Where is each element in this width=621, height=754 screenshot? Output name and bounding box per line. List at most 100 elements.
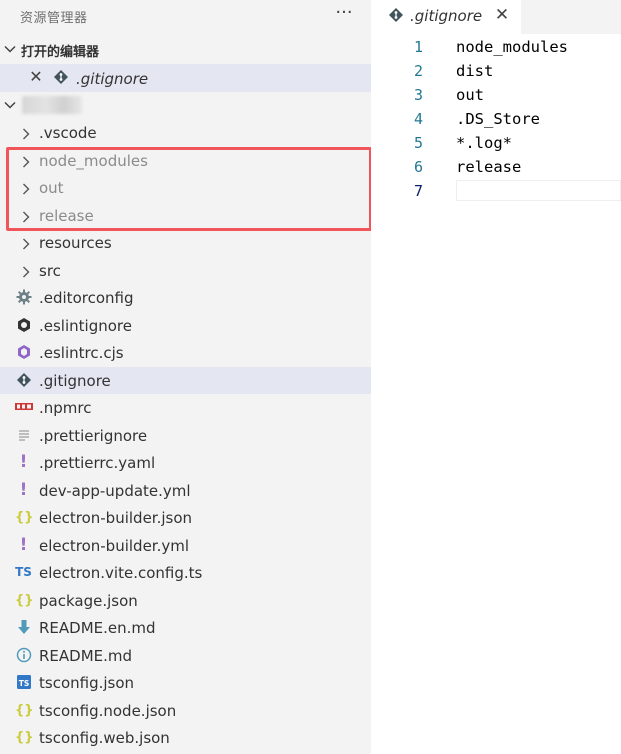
- tree-file-item[interactable]: {} electron-builder.json: [0, 504, 371, 532]
- tree-file-item[interactable]: {} tsconfig.node.json: [0, 697, 371, 725]
- tab-close-icon[interactable]: ✕: [494, 6, 510, 24]
- json-icon: {}: [15, 592, 34, 608]
- tree-item-label: resources: [39, 234, 112, 252]
- tree-file-item[interactable]: {} tsconfig.web.json: [0, 724, 371, 752]
- chevron-down-icon: [4, 45, 16, 53]
- open-editor-item[interactable]: ✕ .gitignore: [0, 64, 371, 92]
- open-editor-label: .gitignore: [76, 70, 149, 88]
- tree-file-item[interactable]: .eslintrc.cjs: [0, 339, 371, 367]
- json-icon: {}: [15, 702, 34, 718]
- line-text: dist: [456, 62, 494, 80]
- code-line[interactable]: 3 out: [371, 84, 621, 108]
- tree-folder-item[interactable]: .vscode: [0, 119, 371, 147]
- line-number: 4: [413, 110, 423, 128]
- line-number: 3: [413, 86, 423, 104]
- tree-folder-item[interactable]: resources: [0, 229, 371, 257]
- tree-folder-item[interactable]: src: [0, 257, 371, 285]
- code-line[interactable]: 5 *.log*: [371, 132, 621, 156]
- line-text: out: [456, 86, 484, 104]
- tab-label: .gitignore: [410, 7, 483, 25]
- chevron-right-icon: [20, 126, 32, 140]
- git-icon: [389, 8, 403, 22]
- tree-item-label: .npmrc: [39, 399, 92, 417]
- line-text: node_modules: [456, 38, 568, 56]
- tree-item-label: package.json: [39, 591, 138, 610]
- tree-item-label: tsconfig.json: [39, 674, 135, 692]
- info-icon: [15, 647, 32, 664]
- line-text: release: [456, 158, 522, 176]
- line-number: 1: [413, 38, 423, 56]
- tree-file-item[interactable]: .eslintignore: [0, 312, 371, 340]
- vscode-window: 资源管理器 ··· 打开的编辑器 ✕ .gitignore .vscode no…: [0, 0, 621, 754]
- line-number: 2: [413, 62, 423, 80]
- tree-item-label: tsconfig.node.json: [39, 701, 177, 720]
- typescript-icon: TS: [15, 565, 32, 579]
- close-editor-icon[interactable]: ✕: [29, 69, 43, 85]
- tree-item-label: .vscode: [39, 124, 97, 142]
- npm-icon: [15, 399, 33, 416]
- json-icon: {}: [15, 510, 34, 525]
- tree-file-item[interactable]: ! .prettierrc.yaml: [0, 449, 371, 477]
- tree-item-label: README.md: [39, 646, 133, 665]
- eslint-config-icon: [15, 344, 32, 361]
- tree-item-label: .eslintignore: [39, 316, 132, 335]
- tree-file-item[interactable]: README.md: [0, 642, 371, 670]
- tree-file-item[interactable]: .prettierignore: [0, 422, 371, 450]
- line-number: 6: [413, 158, 423, 176]
- tree-item-label: electron-builder.yml: [39, 536, 190, 555]
- yaml-icon: !: [19, 534, 28, 555]
- tree-file-item[interactable]: README.en.md: [0, 614, 371, 642]
- open-editors-section-header[interactable]: 打开的编辑器: [0, 38, 371, 62]
- more-actions-icon[interactable]: ···: [333, 2, 355, 28]
- tree-item-label: electron.vite.config.ts: [39, 564, 203, 582]
- tsconfig-icon: TS: [15, 674, 32, 691]
- lines-icon: [15, 427, 32, 444]
- tree-file-item[interactable]: .editorconfig: [0, 284, 371, 312]
- explorer-title: 资源管理器: [20, 11, 88, 26]
- tab-gitignore[interactable]: .gitignore ✕: [371, 0, 521, 34]
- yaml-icon: !: [19, 452, 28, 472]
- code-editor[interactable]: 1 node_modules 2 dist 3 out 4 .DS_Store 5 *.log* 6…: [371, 36, 621, 204]
- tree-item-label: dev-app-update.yml: [39, 481, 191, 500]
- gear-icon: [15, 289, 32, 306]
- tree-file-item[interactable]: .npmrc: [0, 394, 371, 422]
- git-icon: [15, 372, 32, 389]
- tree-file-item[interactable]: {} package.json: [0, 587, 371, 615]
- code-line[interactable]: 1 node_modules: [371, 36, 621, 60]
- eslint-icon: [15, 317, 32, 334]
- chevron-right-icon: [20, 236, 32, 250]
- svg-text:TS: TS: [18, 679, 29, 688]
- code-line[interactable]: 2 dist: [371, 60, 621, 84]
- markdown-download-icon: [15, 619, 32, 636]
- tree-item-label: README.en.md: [39, 619, 156, 637]
- tree-file-item[interactable]: .gitignore: [0, 366, 371, 394]
- editor-area: .gitignore ✕ 1 node_modules 2 dist 3 out 4 .DS_…: [371, 0, 621, 754]
- tab-bar: .gitignore ✕: [371, 0, 621, 34]
- tree-item-label: .gitignore: [39, 371, 111, 390]
- code-line[interactable]: 6 release: [371, 156, 621, 180]
- tree-item-label: .prettierrc.yaml: [39, 454, 156, 472]
- tree-item-label: .editorconfig: [39, 289, 134, 307]
- annotation-highlight-box: [6, 147, 372, 231]
- tree-item-label: .eslintrc.cjs: [39, 344, 124, 362]
- line-text: .DS_Store: [456, 110, 540, 128]
- tree-item-label: .prettierignore: [39, 426, 148, 445]
- tree-file-item[interactable]: TS tsconfig.json: [0, 669, 371, 697]
- tree-file-item[interactable]: ! dev-app-update.yml: [0, 477, 371, 505]
- line-text: *.log*: [456, 134, 512, 152]
- json-icon: {}: [15, 730, 34, 745]
- explorer-header: 资源管理器 ···: [0, 0, 371, 32]
- tree-file-item[interactable]: TS electron.vite.config.ts: [0, 559, 371, 587]
- line-number: 7: [413, 182, 423, 200]
- code-line[interactable]: 4 .DS_Store: [371, 108, 621, 132]
- line-number: 5: [413, 134, 423, 152]
- chevron-right-icon: [20, 264, 32, 278]
- code-line[interactable]: 7: [371, 180, 621, 204]
- tree-item-label: electron-builder.json: [39, 509, 193, 527]
- current-line-highlight: [456, 180, 621, 201]
- tree-file-item[interactable]: ! electron-builder.yml: [0, 532, 371, 560]
- tree-item-label: tsconfig.web.json: [39, 729, 170, 747]
- git-icon: [54, 70, 68, 84]
- explorer-sidebar: 资源管理器 ··· 打开的编辑器 ✕ .gitignore .vscode no…: [0, 0, 372, 754]
- open-editors-label: 打开的编辑器: [21, 45, 100, 60]
